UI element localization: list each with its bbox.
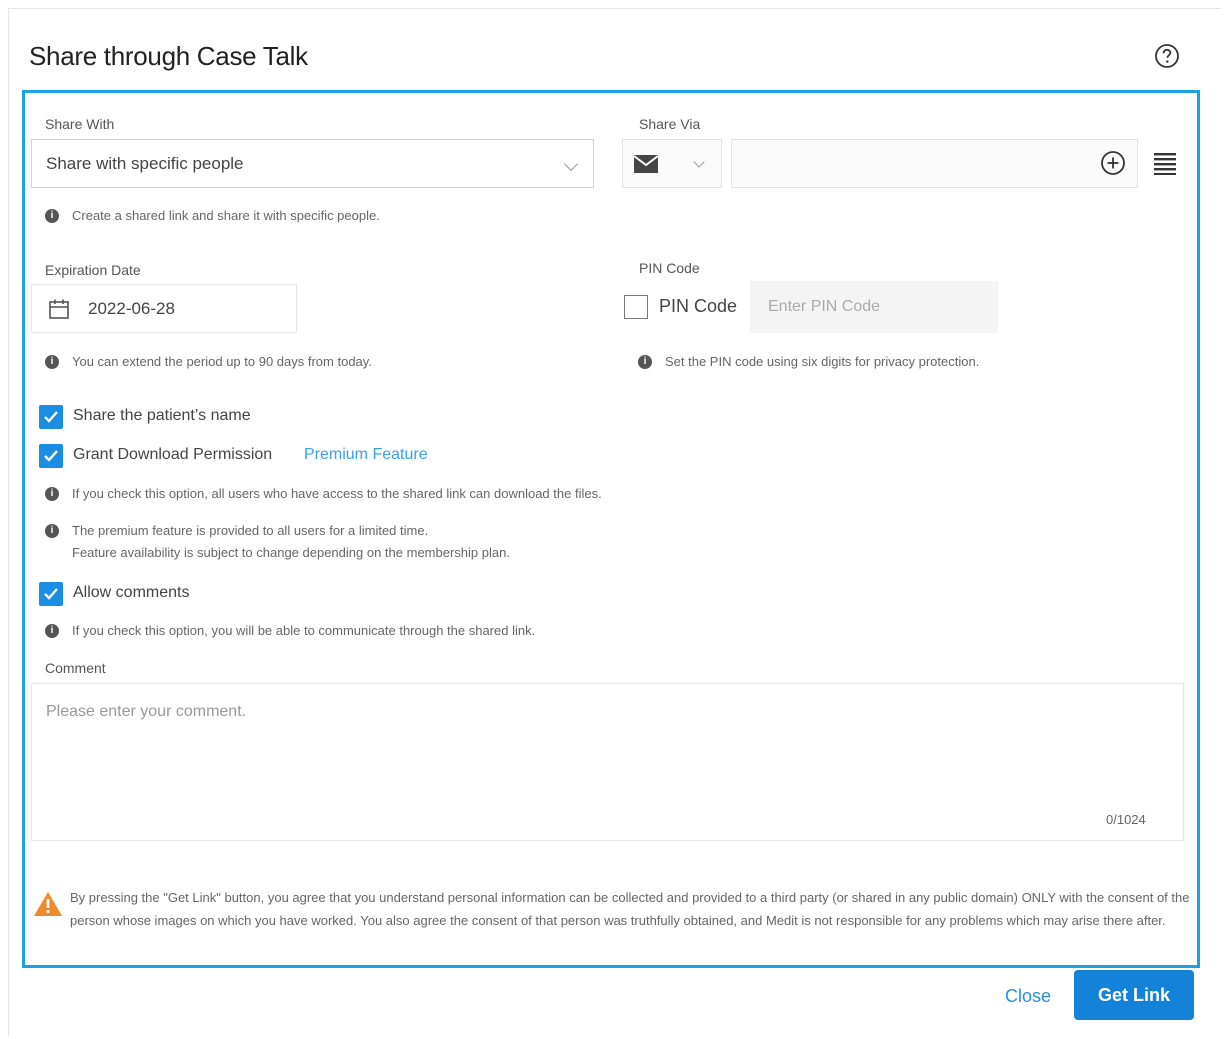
expiration-date-label: Expiration Date: [45, 262, 141, 278]
question-circle-icon[interactable]: [1154, 43, 1180, 69]
download-permission-label: Grant Download Permission: [73, 446, 273, 463]
share-with-label: Share With: [45, 116, 115, 132]
premium-hint: i The premium feature is provided to all…: [45, 520, 510, 564]
share-patient-name-label: Share the patient’s name: [73, 407, 251, 424]
allow-comments-label: Allow comments: [73, 584, 190, 601]
share-patient-name-checkbox[interactable]: [39, 405, 63, 429]
checkmark-icon: [44, 450, 58, 462]
comments-hint-text: If you check this option, you will be ab…: [72, 623, 536, 638]
comments-hint: i If you check this option, you will be …: [45, 620, 535, 642]
premium-feature-badge: Premium Feature: [304, 446, 428, 463]
share-with-select[interactable]: Share with specific people: [31, 139, 594, 188]
pin-code-checkbox[interactable]: [624, 295, 648, 319]
checkmark-icon: [44, 588, 58, 600]
pin-code-input[interactable]: Enter PIN Code: [750, 281, 998, 333]
share-via-method-select[interactable]: [622, 139, 722, 188]
warning-icon: [34, 892, 62, 916]
info-icon: i: [45, 624, 59, 638]
get-link-button[interactable]: Get Link: [1074, 970, 1194, 1020]
expiration-hint-text: You can extend the period up to 90 days …: [72, 354, 372, 369]
premium-hint-line-2: Feature availability is subject to chang…: [72, 545, 510, 560]
envelope-icon: [633, 155, 659, 173]
share-with-hint: i Create a shared link and share it with…: [45, 205, 380, 227]
premium-hint-line-1: The premium feature is provided to all u…: [72, 523, 429, 538]
list-icon[interactable]: [1152, 150, 1178, 176]
info-icon: i: [638, 355, 652, 369]
expiration-hint: i You can extend the period up to 90 day…: [45, 351, 372, 373]
expiration-date-value: 2022-06-28: [88, 298, 175, 318]
download-hint: i If you check this option, all users wh…: [45, 483, 602, 505]
premium-hint-text: The premium feature is provided to all u…: [72, 520, 510, 564]
share-with-hint-text: Create a shared link and share it with s…: [72, 208, 380, 223]
share-via-label: Share Via: [639, 116, 701, 132]
pin-code-section-label: PIN Code: [639, 260, 700, 276]
download-hint-text: If you check this option, all users who …: [72, 486, 602, 501]
allow-comments-checkbox[interactable]: [39, 582, 63, 606]
chevron-down-icon: [693, 156, 705, 168]
share-with-value: Share with specific people: [46, 153, 244, 173]
close-button[interactable]: Close: [984, 973, 1072, 1019]
pin-code-hint-text: Set the PIN code using six digits for pr…: [665, 354, 980, 369]
comment-label: Comment: [45, 660, 106, 676]
info-icon: i: [45, 487, 59, 501]
pin-code-hint: i Set the PIN code using six digits for …: [638, 351, 979, 373]
plus-circle-icon[interactable]: [1100, 150, 1126, 176]
comment-placeholder: Please enter your comment.: [46, 703, 247, 720]
pin-code-placeholder: Enter PIN Code: [768, 298, 881, 315]
expiration-date-input[interactable]: 2022-06-28: [31, 284, 297, 333]
consent-warning-text: By pressing the "Get Link" button, you a…: [70, 890, 1190, 928]
comment-char-counter: 0/1024: [1106, 812, 1146, 827]
calendar-icon: [49, 299, 69, 319]
dialog-title: Share through Case Talk: [29, 41, 308, 71]
info-icon: i: [45, 209, 59, 223]
download-permission-checkbox[interactable]: [39, 444, 63, 468]
checkmark-icon: [44, 411, 58, 423]
pin-code-checkbox-label: PIN Code: [659, 296, 738, 316]
share-via-recipient-input[interactable]: [731, 139, 1138, 188]
info-icon: i: [45, 524, 59, 538]
info-icon: i: [45, 355, 59, 369]
